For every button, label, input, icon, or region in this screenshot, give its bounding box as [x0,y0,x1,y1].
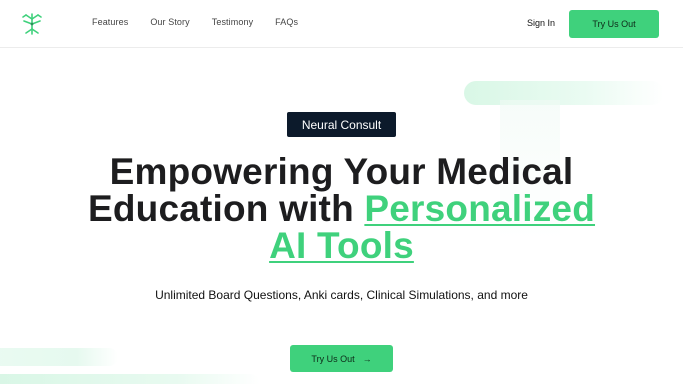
hero-headline: Empowering Your Medical Education with P… [60,153,623,264]
decorative-pill [464,81,664,105]
try-us-out-header-button[interactable]: Try Us Out [569,10,659,38]
site-header: Features Our Story Testimony FAQs Sign I… [0,0,683,48]
decorative-pill [0,374,260,384]
logo-icon[interactable] [21,12,43,36]
hero-cta-label: Try Us Out [311,353,355,364]
nav-our-story[interactable]: Our Story [150,17,189,27]
headline-highlight-personalized: Personalized [364,188,596,229]
try-us-out-hero-button[interactable]: Try Us Out → [290,345,393,372]
nav-testimony[interactable]: Testimony [212,17,253,27]
headline-highlight-ai-tools: AI Tools [269,225,414,266]
headline-line-1: Empowering Your Medical [109,151,574,192]
main-nav: Features Our Story Testimony FAQs [92,17,298,27]
landing-page: Features Our Story Testimony FAQs Sign I… [0,0,683,384]
decorative-pill [0,348,118,366]
brand-badge: Neural Consult [287,112,396,137]
nav-faqs[interactable]: FAQs [275,17,298,27]
arrow-right-icon: → [362,353,372,364]
sign-in-link[interactable]: Sign In [527,18,555,28]
headline-line-2: Education with [87,188,365,229]
nav-features[interactable]: Features [92,17,128,27]
hero-subtitle: Unlimited Board Questions, Anki cards, C… [155,288,528,302]
